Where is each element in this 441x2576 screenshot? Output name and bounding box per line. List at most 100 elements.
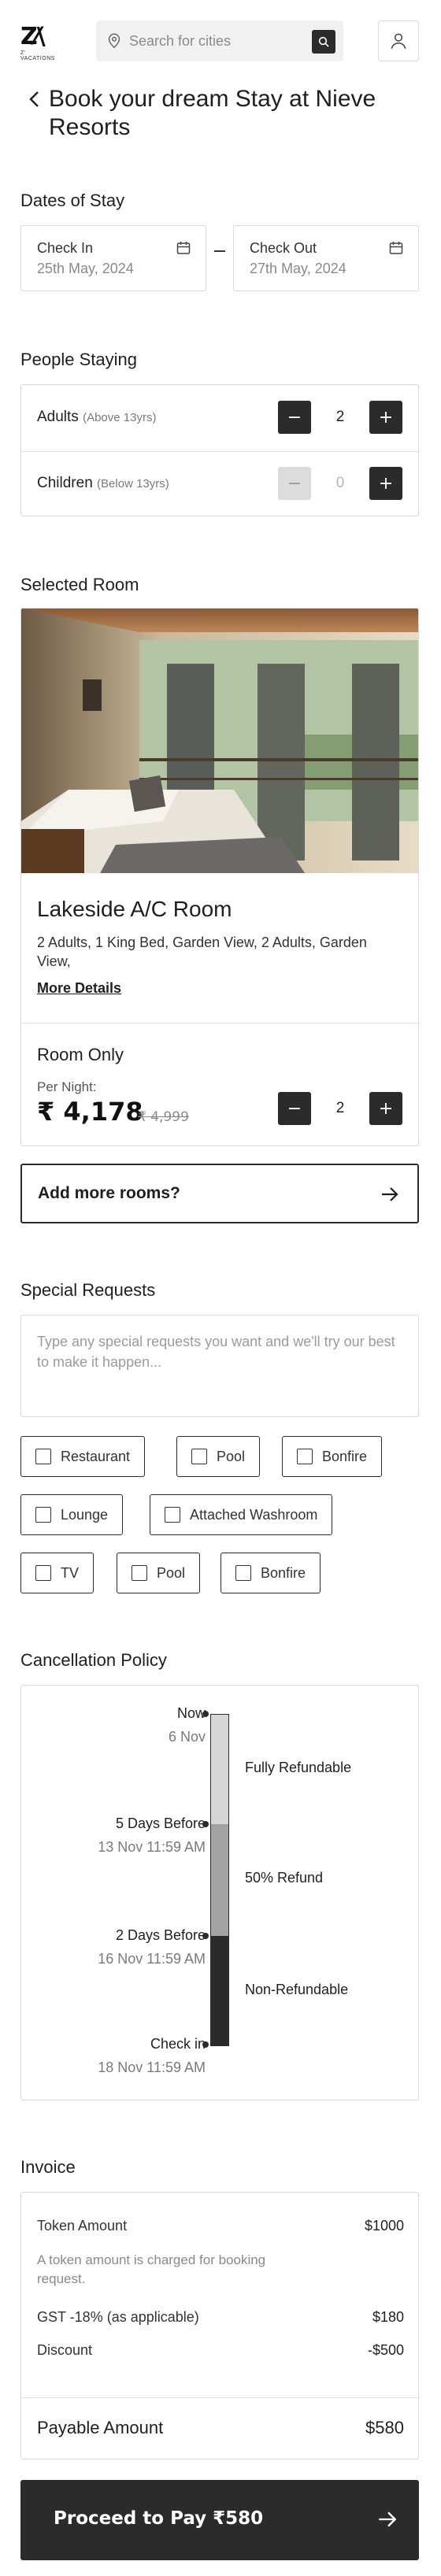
option-bonfire-2[interactable]: Bonfire (220, 1553, 321, 1593)
option-attached-washroom[interactable]: Attached Washroom (150, 1494, 333, 1535)
payable-label: Payable Amount (37, 2418, 164, 2437)
non-refundable-segment (210, 1936, 229, 2046)
room-quantity-value: 2 (335, 1100, 345, 1116)
add-more-rooms-button[interactable]: Add more rooms? (20, 1164, 419, 1223)
add-more-rooms-label: Add more rooms? (38, 1184, 180, 1202)
invoice-card: Token Amount $1000 A token amount is cha… (20, 2192, 419, 2459)
status-fully-refundable: Fully Refundable (245, 1760, 352, 1775)
children-stepper: − 0 + (278, 467, 402, 500)
date-separator (214, 250, 225, 252)
check-out-label: Check Out (250, 240, 317, 256)
special-requests-input[interactable] (37, 1331, 399, 1402)
adults-row: Adults (Above 13yrs) − 2 + (21, 385, 418, 451)
option-label: Bonfire (322, 1448, 368, 1464)
check-out-field[interactable]: Check Out 27th May, 2024 (233, 225, 419, 291)
room-decrement-button[interactable]: − (278, 1092, 311, 1125)
half-refund-segment (210, 1824, 229, 1936)
special-requests-title: Special Requests (20, 1280, 156, 1300)
invoice-title: Invoice (20, 2157, 76, 2177)
timeline-marker (202, 1821, 209, 1827)
checkbox[interactable] (132, 1565, 147, 1581)
selected-room-card: Lakeside A/C Room 2 Adults, 1 King Bed, … (20, 608, 419, 1146)
cancellation-title: Cancellation Policy (20, 1650, 167, 1670)
cancellation-card: Now 6 Nov 5 Days Before 13 Nov 11:59 AM … (20, 1685, 419, 2100)
option-pool[interactable]: Pool (176, 1436, 261, 1477)
timeline-point-now: Now 6 Nov (169, 1701, 206, 1749)
room-quantity-stepper: − 2 + (278, 1092, 402, 1125)
option-label: Pool (217, 1448, 246, 1464)
user-icon (391, 33, 406, 49)
logo-mark-icon: Z⁄\ (20, 23, 46, 50)
back-arrow-icon[interactable] (27, 90, 43, 109)
timeline-marker (202, 1711, 209, 1717)
brand-logo[interactable]: Z⁄\ Z' VACATIONS (20, 23, 61, 62)
timeline-marker (202, 2041, 209, 2048)
timeline-date: 16 Nov 11:59 AM (98, 1951, 206, 1967)
option-pool-2[interactable]: Pool (117, 1553, 201, 1593)
room-photo (21, 609, 418, 873)
search-bar[interactable] (96, 20, 343, 61)
checkbox[interactable] (35, 1507, 51, 1523)
checkbox[interactable] (35, 1449, 51, 1464)
arrow-right-icon (382, 1187, 398, 1201)
gst-value: $180 (372, 2309, 404, 2325)
search-button[interactable] (312, 30, 335, 54)
checkbox[interactable] (191, 1449, 207, 1464)
timeline-marker (202, 1933, 209, 1939)
gst-label: GST -18% (as applicable) (37, 2309, 199, 2325)
room-increment-button[interactable]: + (369, 1092, 402, 1125)
option-bonfire[interactable]: Bonfire (282, 1436, 383, 1477)
calendar-icon (176, 242, 191, 254)
special-requests-box (20, 1315, 419, 1417)
children-decrement-button[interactable]: − (278, 467, 311, 500)
token-note: A token amount is charged for booking re… (37, 2252, 266, 2286)
checkbox[interactable] (235, 1565, 251, 1581)
adults-note: (Above 13yrs) (83, 411, 157, 424)
timeline-date: 6 Nov (168, 1729, 206, 1745)
option-label: Lounge (61, 1506, 109, 1523)
children-note: (Below 13yrs) (97, 477, 169, 490)
option-tv[interactable]: TV (20, 1553, 94, 1593)
adults-decrement-button[interactable]: − (278, 401, 311, 434)
option-label: Attached Washroom (190, 1506, 318, 1523)
check-in-label: Check In (37, 240, 94, 256)
option-label: Pool (157, 1564, 186, 1581)
timeline-label: 5 Days Before (115, 1815, 206, 1831)
profile-button[interactable] (378, 20, 419, 61)
discount-value: -$500 (367, 2342, 404, 2358)
calendar-icon (389, 242, 403, 254)
timeline-date: 18 Nov 11:59 AM (98, 2060, 206, 2075)
search-input[interactable] (129, 32, 302, 50)
check-out-value: 27th May, 2024 (250, 261, 346, 276)
room-name: Lakeside A/C Room (37, 897, 232, 921)
timeline-label: Now (176, 1705, 206, 1721)
search-icon (318, 36, 329, 47)
invoice-divider (21, 2397, 418, 2398)
checkbox[interactable] (165, 1507, 180, 1523)
option-label: TV (61, 1564, 80, 1581)
proceed-to-pay-button[interactable]: Proceed to Pay ₹580 (20, 2480, 419, 2560)
checkbox[interactable] (297, 1449, 313, 1464)
check-in-value: 25th May, 2024 (37, 261, 134, 276)
room-old-price: ₹ 4,999 (138, 1109, 189, 1125)
check-in-field[interactable]: Check In 25th May, 2024 (20, 225, 206, 291)
option-label: Restaurant (61, 1448, 131, 1464)
children-label: Children (Below 13yrs) (37, 475, 169, 491)
children-row: Children (Below 13yrs) − 0 + (21, 451, 418, 517)
option-lounge[interactable]: Lounge (20, 1494, 124, 1535)
room-section-title: Selected Room (20, 575, 139, 594)
children-increment-button[interactable]: + (369, 467, 402, 500)
payable-row: Payable Amount $580 (37, 2418, 404, 2438)
more-details-link[interactable]: More Details (37, 980, 121, 997)
checkbox[interactable] (35, 1565, 51, 1581)
discount-label: Discount (37, 2342, 93, 2358)
adults-increment-button[interactable]: + (369, 401, 402, 434)
logo-text: Z' VACATIONS (20, 50, 55, 61)
timeline-label: 2 Days Before (115, 1927, 206, 1943)
room-plan: Room Only (37, 1045, 124, 1064)
token-label: Token Amount (37, 2218, 128, 2234)
status-half-refund: 50% Refund (245, 1870, 324, 1886)
option-restaurant[interactable]: Restaurant (20, 1436, 146, 1477)
timeline-label: Check in (150, 2036, 206, 2052)
adults-value: 2 (335, 409, 345, 425)
